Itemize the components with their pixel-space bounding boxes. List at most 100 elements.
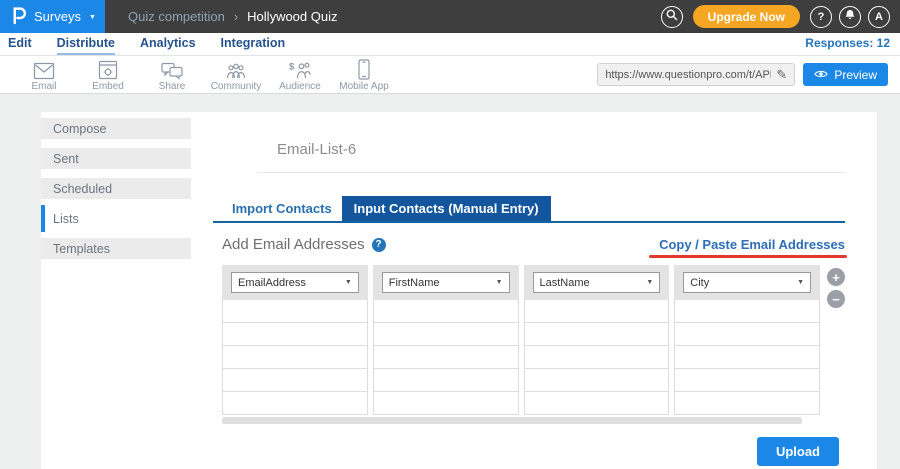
- contact-cell-input-firstname[interactable]: [373, 392, 519, 415]
- selected-column-value: LastName: [540, 277, 590, 289]
- bell-icon: [844, 9, 856, 24]
- contact-cell-input-city[interactable]: [674, 392, 820, 415]
- copy-paste-email-link-label: Copy / Paste Email Addresses: [659, 237, 845, 252]
- channel-community[interactable]: Community: [204, 58, 268, 92]
- table-row: [222, 323, 820, 346]
- column-header-firstname: FirstName▼: [373, 265, 519, 300]
- survey-url-input[interactable]: https://www.questionpro.com/t/APNrfZ ✎: [597, 63, 795, 86]
- contact-cell-input-emailaddress[interactable]: [222, 346, 368, 369]
- row-controls: + −: [827, 265, 845, 424]
- breadcrumb-parent[interactable]: Quiz competition: [128, 9, 225, 24]
- nav-tab-integration[interactable]: Integration: [221, 36, 286, 55]
- upgrade-now-button[interactable]: Upgrade Now: [693, 5, 800, 28]
- chevron-down-icon: ▼: [89, 14, 96, 21]
- contacts-tabbar: Import ContactsInput Contacts (Manual En…: [213, 196, 845, 223]
- channel-share[interactable]: Share: [140, 58, 204, 92]
- nav-tab-distribute[interactable]: Distribute: [57, 36, 115, 55]
- sidebar-item-scheduled[interactable]: Scheduled: [41, 178, 191, 199]
- contact-cell-input-firstname[interactable]: [373, 369, 519, 392]
- tab-import-contacts[interactable]: Import Contacts: [222, 196, 342, 221]
- contacts-table-area: EmailAddress ▼ FirstName▼ LastName ▼ City▼ + …: [213, 265, 845, 424]
- survey-url-value: https://www.questionpro.com/t/APNrfZ: [605, 69, 771, 81]
- contact-cell-input-emailaddress[interactable]: [222, 323, 368, 346]
- column-mapping-select-city[interactable]: City▼: [683, 272, 811, 293]
- sidebar-item-templates[interactable]: Templates: [41, 238, 191, 259]
- horizontal-scrollbar[interactable]: [222, 417, 802, 424]
- channel-label: Community: [211, 81, 262, 92]
- contact-cell-input-emailaddress[interactable]: [222, 369, 368, 392]
- contact-cell-input-firstname[interactable]: [373, 300, 519, 323]
- channel-embed[interactable]: Embed: [76, 58, 140, 92]
- sidebar-item-compose[interactable]: Compose: [41, 118, 191, 139]
- channel-email[interactable]: Email: [12, 58, 76, 92]
- selected-column-value: FirstName: [389, 277, 440, 289]
- upload-row: Upload: [213, 437, 845, 466]
- column-header-lastname: LastName ▼: [524, 265, 670, 300]
- survey-nav-tabs: Edit Distribute Analytics Integration: [8, 36, 310, 55]
- sidebar-item-sent[interactable]: Sent: [41, 148, 191, 169]
- contact-cell-input-firstname[interactable]: [373, 323, 519, 346]
- contact-cell-input-city[interactable]: [674, 346, 820, 369]
- svg-text:$: $: [289, 61, 295, 72]
- avatar[interactable]: A: [868, 6, 890, 28]
- questionpro-logo-icon: [11, 5, 26, 28]
- contact-cell-input-emailaddress[interactable]: [222, 300, 368, 323]
- nav-tab-analytics[interactable]: Analytics: [140, 36, 196, 55]
- search-button[interactable]: [661, 6, 683, 28]
- column-mapping-select-lastname[interactable]: LastName ▼: [533, 272, 661, 293]
- contact-cell-input-lastname[interactable]: [524, 300, 670, 323]
- selected-column-value: City: [690, 277, 709, 289]
- contact-cell-input-city[interactable]: [674, 369, 820, 392]
- contact-cell-input-city[interactable]: [674, 300, 820, 323]
- contact-cell-input-firstname[interactable]: [373, 346, 519, 369]
- tab-input-contacts-manual-entry[interactable]: Input Contacts (Manual Entry): [342, 196, 551, 221]
- edit-url-pencil-icon[interactable]: ✎: [776, 67, 787, 83]
- chevron-down-icon: ▼: [345, 279, 352, 286]
- channel-label: Audience: [279, 81, 321, 92]
- nav-tab-edit[interactable]: Edit: [8, 36, 32, 55]
- sidebar-item-lists[interactable]: Lists: [41, 205, 191, 232]
- add-emails-section-header: Add Email Addresses ? Copy / Paste Email…: [213, 236, 845, 253]
- column-mapping-select-emailaddress[interactable]: EmailAddress ▼: [231, 272, 359, 293]
- channel-audience[interactable]: $ Audience: [268, 58, 332, 92]
- contact-cell-input-city[interactable]: [674, 323, 820, 346]
- topbar-actions: Upgrade Now ? A: [661, 5, 900, 28]
- notifications-button[interactable]: [839, 6, 861, 28]
- channel-label: Embed: [92, 81, 124, 92]
- channel-label: Mobile App: [339, 81, 388, 92]
- breadcrumb-separator-icon: ›: [234, 9, 238, 24]
- annotation-red-underline: [649, 255, 847, 258]
- contact-cell-input-emailaddress[interactable]: [222, 392, 368, 415]
- list-detail-main: Email-List-6 Import ContactsInput Contac…: [191, 112, 877, 469]
- top-bar: Surveys ▼ Quiz competition › Hollywood Q…: [0, 0, 900, 33]
- channel-mobile-app[interactable]: Mobile App: [332, 58, 396, 92]
- selected-column-value: EmailAddress: [238, 277, 306, 289]
- preview-label: Preview: [834, 68, 877, 82]
- list-title: Email-List-6: [277, 141, 845, 158]
- app-menu-surveys[interactable]: Surveys ▼: [0, 0, 105, 33]
- audience-icon: $: [289, 60, 311, 80]
- add-row-button[interactable]: +: [827, 268, 845, 286]
- contact-cell-input-lastname[interactable]: [524, 323, 670, 346]
- section-title: Add Email Addresses ?: [222, 236, 386, 253]
- responses-count[interactable]: Responses: 12: [805, 36, 892, 50]
- channel-label: Share: [159, 81, 186, 92]
- upload-button[interactable]: Upload: [757, 437, 839, 466]
- column-mapping-select-firstname[interactable]: FirstName▼: [382, 272, 510, 293]
- embed-icon: [98, 60, 118, 80]
- remove-row-button[interactable]: −: [827, 290, 845, 308]
- chevron-down-icon: ▼: [646, 279, 653, 286]
- contact-cell-input-lastname[interactable]: [524, 392, 670, 415]
- share-icon: [161, 60, 183, 80]
- table-row: [222, 346, 820, 369]
- help-button[interactable]: ?: [810, 6, 832, 28]
- preview-button[interactable]: Preview: [803, 63, 888, 86]
- help-circle-icon[interactable]: ?: [372, 238, 386, 252]
- app-menu-label: Surveys: [34, 9, 81, 24]
- survey-nav: Edit Distribute Analytics Integration Respo…: [0, 33, 900, 56]
- contacts-table-header: EmailAddress ▼ FirstName▼ LastName ▼ City▼: [222, 265, 820, 300]
- contact-cell-input-lastname[interactable]: [524, 369, 670, 392]
- copy-paste-email-link[interactable]: Copy / Paste Email Addresses: [659, 237, 845, 252]
- contact-cell-input-lastname[interactable]: [524, 346, 670, 369]
- mobile-app-icon: [358, 60, 370, 80]
